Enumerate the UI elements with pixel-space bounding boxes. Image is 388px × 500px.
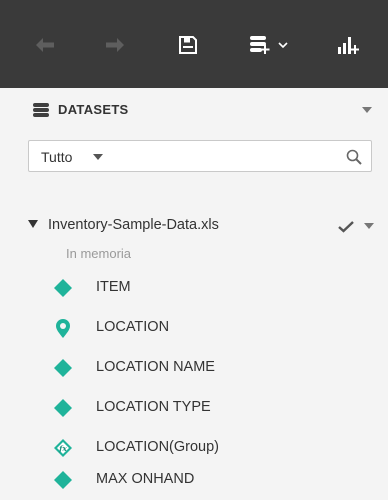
dataset-status: In memoria <box>66 246 132 261</box>
save-icon <box>179 36 197 54</box>
add-dataset-button[interactable] <box>240 28 298 62</box>
field-item[interactable]: LOCATION TYPE <box>0 388 388 428</box>
redo-arrow-icon <box>106 38 124 52</box>
dimension-icon <box>54 399 72 417</box>
field-label: LOCATION(Group) <box>96 439 220 455</box>
datasets-title: DATASETS <box>58 102 129 117</box>
add-dataset-icon <box>250 36 288 54</box>
undo-arrow-icon <box>36 38 54 52</box>
filter-selected-value[interactable]: Tutto <box>41 149 72 165</box>
field-item[interactable]: LOCATION <box>0 308 388 348</box>
datasets-header: DATASETS <box>0 88 388 132</box>
field-label: LOCATION TYPE <box>96 399 211 415</box>
top-toolbar <box>0 0 388 88</box>
search-icon[interactable] <box>345 148 363 166</box>
save-button[interactable] <box>168 28 208 62</box>
panel-menu-chevron-icon[interactable] <box>362 106 372 114</box>
database-icon <box>33 103 49 117</box>
dimension-icon <box>54 279 72 297</box>
dataset-filter[interactable]: Tutto <box>28 140 372 172</box>
dimension-icon <box>54 359 72 377</box>
add-chart-button[interactable] <box>326 28 370 62</box>
datasets-panel: DATASETS Tutto Inventory-Sample-Data.xls… <box>0 0 388 500</box>
field-label: MAX ONHAND <box>96 471 195 487</box>
field-item[interactable]: ITEM <box>0 268 388 308</box>
expand-triangle-icon[interactable] <box>28 220 38 229</box>
field-label: LOCATION NAME <box>96 359 215 375</box>
field-item[interactable]: LOCATION NAME <box>0 348 388 388</box>
calculated-field-icon: fx <box>54 439 72 457</box>
redo-button[interactable] <box>98 28 132 62</box>
geo-pin-icon <box>56 319 70 338</box>
chevron-down-icon[interactable] <box>93 154 103 161</box>
svg-text:fx: fx <box>58 444 67 453</box>
field-label: ITEM <box>96 279 131 295</box>
dataset-menu-chevron-icon[interactable] <box>364 223 374 230</box>
field-item[interactable]: MAX ONHAND <box>0 460 388 500</box>
dataset-name[interactable]: Inventory-Sample-Data.xls <box>48 217 219 233</box>
add-chart-icon <box>338 37 359 54</box>
checkmark-icon <box>338 221 354 233</box>
undo-button[interactable] <box>28 28 62 62</box>
field-label: LOCATION <box>96 319 170 335</box>
dataset-item[interactable]: Inventory-Sample-Data.xls <box>0 212 388 240</box>
dimension-icon <box>54 471 72 489</box>
